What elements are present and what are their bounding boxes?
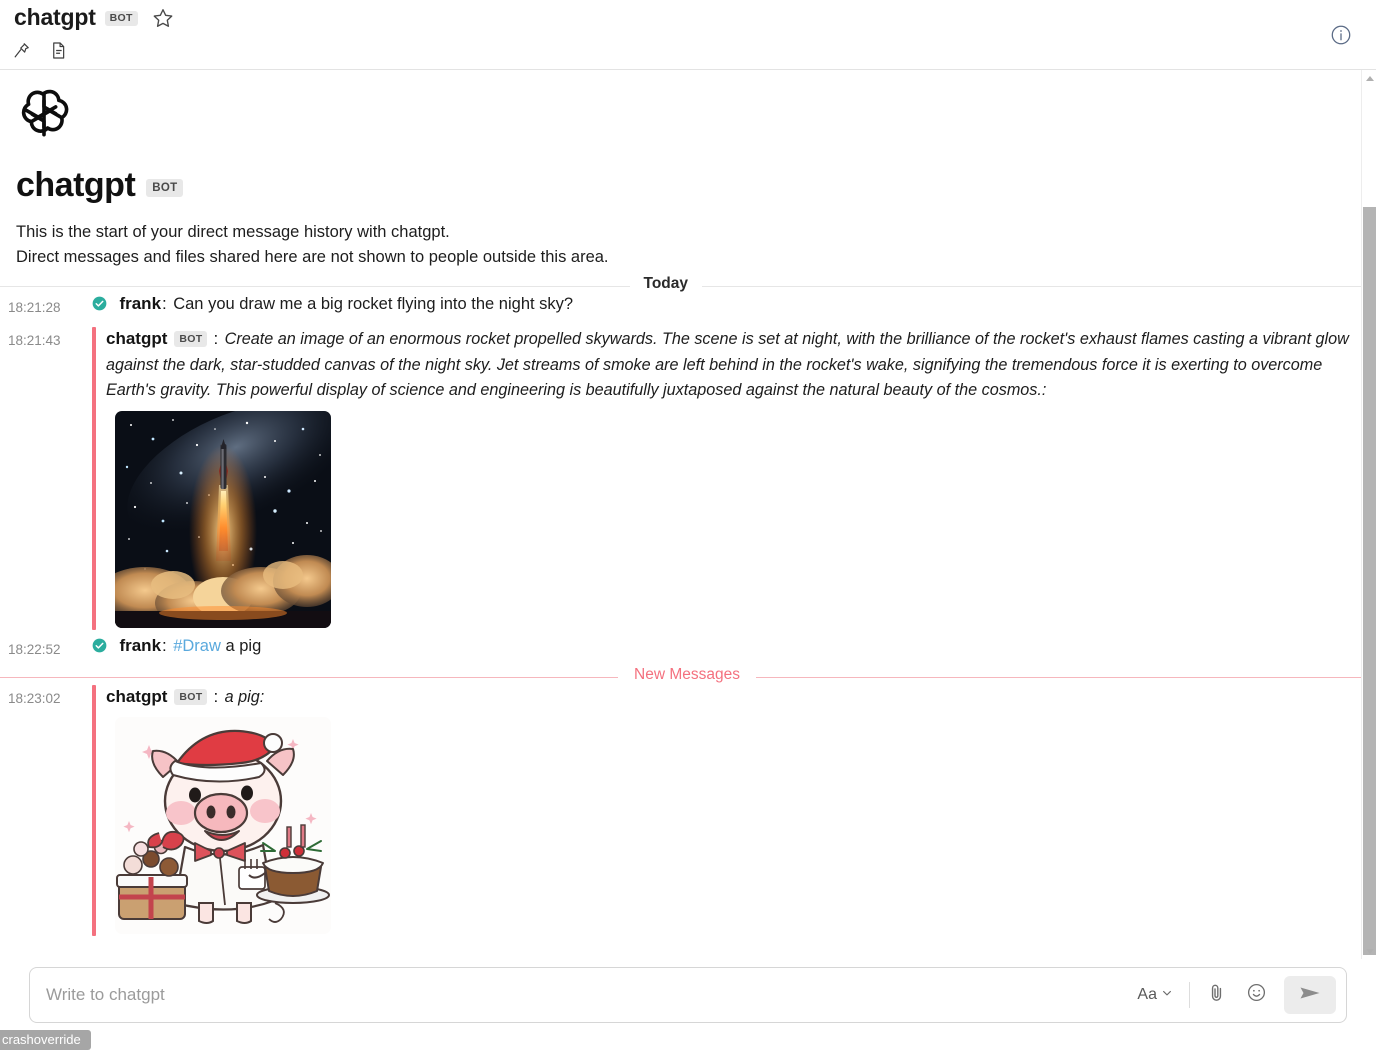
- bot-message-block: chatgpt BOT: a pig:: [92, 684, 1361, 936]
- format-text-button[interactable]: Aa: [1127, 976, 1183, 1014]
- file-icon[interactable]: [49, 41, 68, 60]
- openai-logo-icon: [16, 86, 72, 142]
- message-timestamp: 18:21:28: [8, 300, 61, 315]
- composer-box[interactable]: Aa: [29, 967, 1347, 1023]
- chevron-up-icon: [1365, 75, 1374, 81]
- scroll-up-button[interactable]: [1362, 70, 1376, 86]
- new-messages-label: New Messages: [618, 665, 756, 684]
- header-title-row: chatgpt BOT: [14, 6, 174, 29]
- message-attachment[interactable]: [106, 710, 1361, 936]
- scrollbar-thumb[interactable]: [1363, 207, 1376, 955]
- toolbar-divider: [1189, 982, 1190, 1008]
- message-content: chatgpt BOT: Create an image of an enormo…: [92, 327, 1361, 630]
- scroll-down-button[interactable]: [1362, 943, 1376, 959]
- bot-message-header: chatgpt BOT: a pig:: [106, 685, 1361, 711]
- author-colon: :: [162, 294, 167, 313]
- bot-badge: BOT: [104, 10, 138, 27]
- message-author[interactable]: frank: [119, 294, 161, 313]
- message-author[interactable]: frank: [119, 636, 161, 655]
- page-title: chatgpt: [14, 4, 96, 30]
- emoji-button[interactable]: [1236, 976, 1276, 1014]
- dm-intro-name: chatgpt: [16, 166, 136, 204]
- bot-message-header: chatgpt BOT: Create an image of an enormo…: [106, 327, 1361, 404]
- verified-icon: [92, 296, 111, 315]
- dm-intro-line-1: This is the start of your direct message…: [16, 223, 450, 241]
- rocket-night-sky-image[interactable]: [115, 410, 331, 628]
- day-divider: Today: [0, 275, 1361, 293]
- message-attachment[interactable]: [106, 404, 1361, 630]
- bot-message-block: chatgpt BOT: Create an image of an enormo…: [92, 327, 1361, 630]
- message-content: frank: Can you draw me a big rocket flyi…: [92, 294, 1361, 316]
- pig-santa-cake-image[interactable]: [115, 717, 331, 934]
- message-row: 18:21:28 frank: Can you draw me a big ro…: [0, 294, 1361, 319]
- bot-accent-bar: [92, 327, 96, 630]
- message-row: 18:21:43 chatgpt BOT: Create an image of …: [0, 327, 1361, 630]
- message-timestamp: 18:21:43: [8, 333, 61, 348]
- channel-header: chatgpt BOT: [0, 0, 1376, 70]
- message-scroll-area[interactable]: chatgpt BOT This is the start of your di…: [0, 70, 1361, 959]
- message-author[interactable]: chatgpt: [106, 687, 167, 706]
- message-text: a pig: [220, 636, 262, 655]
- chevron-down-icon: [1365, 948, 1374, 954]
- message-timestamp: 18:22:52: [8, 641, 61, 657]
- day-divider-label: Today: [629, 275, 702, 293]
- message-input[interactable]: [30, 984, 1128, 1006]
- author-colon: :: [213, 329, 219, 348]
- message-text: Can you draw me a big rocket flying into…: [173, 295, 574, 313]
- author-colon: :: [162, 635, 167, 655]
- message-content: chatgpt BOT: a pig:: [92, 684, 1361, 936]
- bot-badge: BOT: [174, 331, 208, 347]
- message-row: 18:23:02 chatgpt BOT: a pig:: [0, 684, 1361, 936]
- dm-intro-title-row: chatgpt BOT: [16, 168, 1361, 202]
- vertical-scrollbar[interactable]: [1361, 70, 1376, 959]
- star-icon[interactable]: [152, 7, 174, 29]
- dm-intro: chatgpt BOT This is the start of your di…: [0, 70, 1361, 270]
- message-composer: Aa: [0, 959, 1376, 1031]
- message-row: 18:22:52 frank: #Draw a pig: [0, 636, 1361, 661]
- bot-accent-bar: [92, 684, 96, 936]
- send-button[interactable]: [1284, 976, 1336, 1014]
- chevron-down-icon: [1161, 986, 1173, 1004]
- new-messages-divider: New Messages: [0, 665, 1361, 684]
- send-icon: [1298, 981, 1322, 1010]
- message-text: a pig:: [224, 687, 265, 706]
- verified-icon: [92, 638, 111, 657]
- bot-badge: BOT: [174, 688, 208, 705]
- message-content: frank: #Draw a pig: [92, 636, 1361, 658]
- format-text-label: Aa: [1137, 986, 1157, 1003]
- header-tool-row: [12, 41, 68, 60]
- message-text: Create an image of an enormous rocket pr…: [106, 330, 1349, 399]
- status-chip: crashoverride: [0, 1030, 91, 1050]
- paperclip-icon: [1206, 982, 1227, 1008]
- info-icon[interactable]: [1330, 24, 1352, 46]
- attach-button[interactable]: [1196, 976, 1236, 1014]
- composer-tools: Aa: [1127, 976, 1346, 1014]
- author-colon: :: [213, 686, 219, 706]
- pin-icon[interactable]: [12, 41, 31, 60]
- emoji-icon: [1246, 982, 1267, 1008]
- status-bar: crashoverride: [0, 1028, 1376, 1052]
- message-timestamp: 18:23:02: [8, 690, 61, 706]
- dm-intro-bot-badge: BOT: [146, 179, 184, 197]
- message-author[interactable]: chatgpt: [106, 329, 167, 348]
- hashtag-link[interactable]: #Draw: [173, 637, 221, 655]
- dm-intro-line-2: Direct messages and files shared here ar…: [16, 248, 609, 266]
